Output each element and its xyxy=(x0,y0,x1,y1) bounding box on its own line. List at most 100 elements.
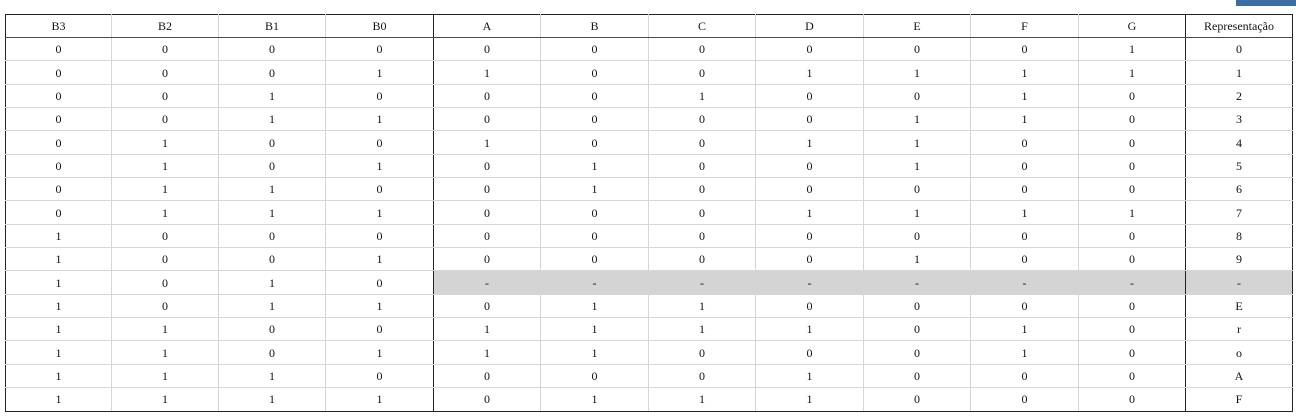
cell-c: 0 xyxy=(648,340,756,365)
cell-d: 1 xyxy=(755,200,864,225)
cell-representacao: 9 xyxy=(1185,247,1293,272)
cell-b1: 0 xyxy=(218,60,326,85)
cell-g: - xyxy=(1078,270,1186,295)
cell-a: 0 xyxy=(433,83,541,109)
cell-b3: 0 xyxy=(5,177,112,202)
cell-e: 0 xyxy=(863,177,971,202)
cell-a: - xyxy=(433,270,541,295)
table-row: 1010-------- xyxy=(5,270,1293,295)
cell-representacao: 4 xyxy=(1185,130,1293,155)
table-row: 001000100102 xyxy=(5,83,1293,109)
header-d: D xyxy=(755,14,864,38)
cell-representacao: 6 xyxy=(1185,177,1293,202)
table-row: 001100001103 xyxy=(5,107,1293,132)
cell-b1: 1 xyxy=(218,293,326,319)
cell-b0: 1 xyxy=(325,340,434,365)
cell-b: 0 xyxy=(540,363,649,389)
cell-c: 0 xyxy=(648,177,756,202)
header-b3: B3 xyxy=(5,14,112,38)
cell-f: 0 xyxy=(970,177,1079,202)
cell-c: 1 xyxy=(648,317,756,342)
cell-a: 0 xyxy=(433,177,541,202)
cell-d: 1 xyxy=(755,363,864,389)
cell-f: 0 xyxy=(970,153,1079,179)
cell-e: 0 xyxy=(863,293,971,319)
cell-b2: 1 xyxy=(111,177,219,202)
cell-a: 0 xyxy=(433,363,541,389)
cell-g: 0 xyxy=(1078,247,1186,272)
cell-a: 1 xyxy=(433,317,541,342)
cell-a: 0 xyxy=(433,153,541,179)
cell-a: 0 xyxy=(433,200,541,225)
cell-e: - xyxy=(863,270,971,295)
cell-representacao: o xyxy=(1185,340,1293,365)
cell-b: 1 xyxy=(540,293,649,319)
cell-b2: 1 xyxy=(111,363,219,389)
cell-a: 1 xyxy=(433,340,541,365)
cell-g: 0 xyxy=(1078,340,1186,365)
cell-e: 1 xyxy=(863,107,971,132)
cell-c: 0 xyxy=(648,107,756,132)
cell-c: 0 xyxy=(648,247,756,272)
cell-b2: 1 xyxy=(111,317,219,342)
cell-b2: 1 xyxy=(111,340,219,365)
cell-b3: 1 xyxy=(5,270,112,295)
cell-b1: 1 xyxy=(218,270,326,295)
cell-f: 0 xyxy=(970,36,1079,62)
cell-b3: 0 xyxy=(5,200,112,225)
cell-b: 0 xyxy=(540,223,649,249)
cell-c: 0 xyxy=(648,130,756,155)
cell-b0: 0 xyxy=(325,363,434,389)
cell-b3: 1 xyxy=(5,293,112,319)
cell-c: 1 xyxy=(648,83,756,109)
cell-b3: 0 xyxy=(5,83,112,109)
cell-b3: 1 xyxy=(5,317,112,342)
cell-b1: 0 xyxy=(218,340,326,365)
cell-a: 1 xyxy=(433,130,541,155)
cell-e: 0 xyxy=(863,363,971,389)
cell-b0: 0 xyxy=(325,83,434,109)
header-c: C xyxy=(648,14,756,38)
cell-d: 1 xyxy=(755,387,864,412)
cell-b0: 1 xyxy=(325,247,434,272)
cell-b0: 0 xyxy=(325,317,434,342)
cell-f: 0 xyxy=(970,293,1079,319)
cell-b1: 1 xyxy=(218,107,326,132)
header-g: G xyxy=(1078,14,1186,38)
cell-g: 1 xyxy=(1078,200,1186,225)
cell-b: 1 xyxy=(540,340,649,365)
cell-g: 0 xyxy=(1078,153,1186,179)
header-b1: B1 xyxy=(218,14,326,38)
table-row: 000000000010 xyxy=(5,36,1293,62)
cell-g: 0 xyxy=(1078,387,1186,412)
cell-d: 1 xyxy=(755,130,864,155)
table-row: 011100011117 xyxy=(5,200,1293,225)
cell-b2: 1 xyxy=(111,200,219,225)
cell-b2: 0 xyxy=(111,270,219,295)
table-header: B3 B2 B1 B0 A B C D E F G Representação xyxy=(5,14,1293,38)
cell-representacao: 3 xyxy=(1185,107,1293,132)
cell-b1: 1 xyxy=(218,83,326,109)
cell-representacao: r xyxy=(1185,317,1293,342)
cell-d: 0 xyxy=(755,107,864,132)
cell-b0: 1 xyxy=(325,60,434,85)
cell-b0: 1 xyxy=(325,293,434,319)
cell-e: 0 xyxy=(863,36,971,62)
cell-e: 0 xyxy=(863,340,971,365)
cell-b2: 0 xyxy=(111,60,219,85)
cell-a: 1 xyxy=(433,60,541,85)
cell-f: 0 xyxy=(970,387,1079,412)
cell-e: 0 xyxy=(863,223,971,249)
cell-b0: 0 xyxy=(325,36,434,62)
cell-a: 0 xyxy=(433,36,541,62)
cell-g: 0 xyxy=(1078,107,1186,132)
cell-b3: 0 xyxy=(5,107,112,132)
cell-d: 0 xyxy=(755,83,864,109)
cell-e: 0 xyxy=(863,317,971,342)
cell-g: 0 xyxy=(1078,177,1186,202)
cell-representacao: 7 xyxy=(1185,200,1293,225)
table-body: 0000000000100001100111110010001001020011… xyxy=(5,36,1293,412)
cell-f: 0 xyxy=(970,247,1079,272)
cell-b: 1 xyxy=(540,317,649,342)
cell-e: 1 xyxy=(863,200,971,225)
